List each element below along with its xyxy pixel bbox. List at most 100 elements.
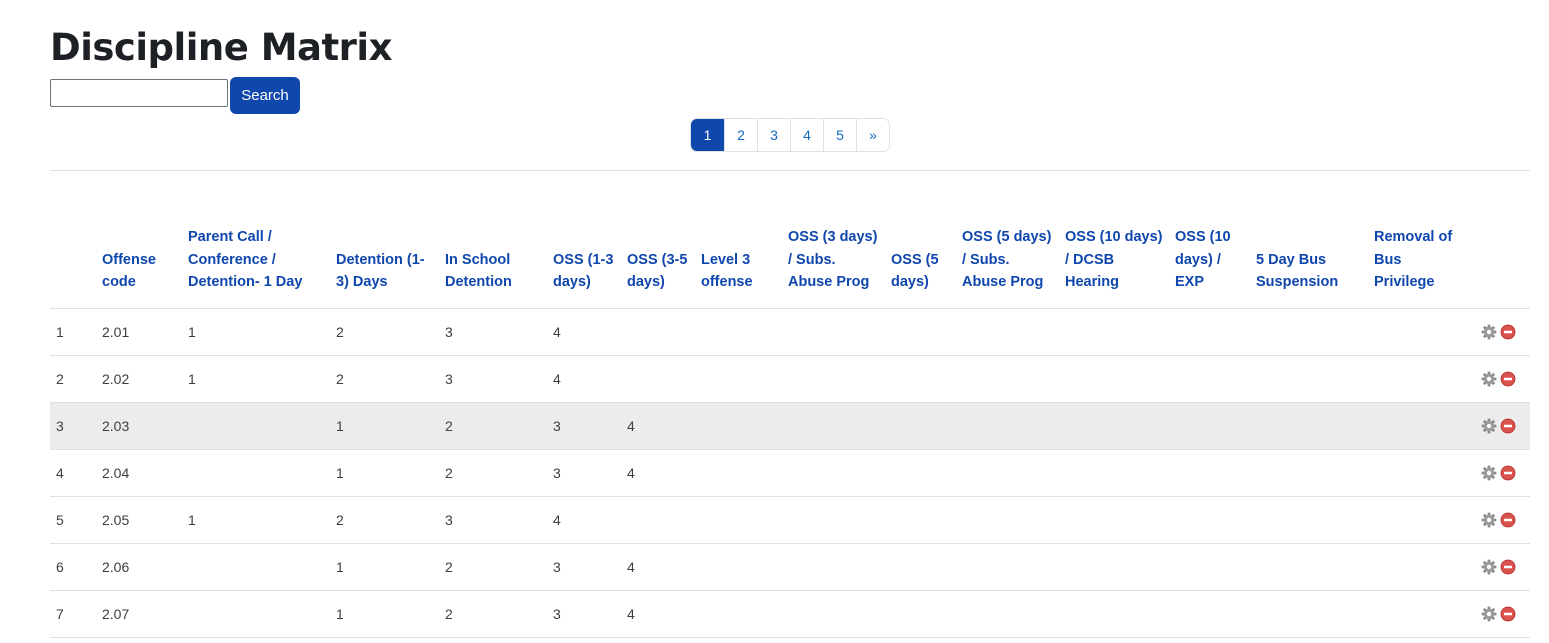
row-actions: [1467, 355, 1530, 403]
table-cell: [1169, 308, 1250, 356]
search-button[interactable]: Search: [230, 77, 300, 114]
page-link-4[interactable]: 4: [790, 119, 823, 151]
table-row: 1 2.01 1 2 3 4: [50, 308, 1530, 356]
page-link-3[interactable]: 3: [757, 119, 790, 151]
gear-icon[interactable]: [1481, 512, 1497, 528]
row-actions: [1467, 590, 1530, 638]
column-header[interactable]: Level 3 offense: [695, 171, 782, 308]
column-header[interactable]: OSS (10 days) / EXP: [1169, 171, 1250, 308]
table-cell: 4: [621, 402, 695, 450]
column-header[interactable]: OSS (3 days) / Subs. Abuse Prog: [782, 171, 885, 308]
table-cell: [1169, 543, 1250, 591]
table-cell: [885, 496, 956, 544]
gear-icon[interactable]: [1481, 465, 1497, 481]
column-header[interactable]: OSS (5 days): [885, 171, 956, 308]
remove-icon[interactable]: [1500, 324, 1516, 340]
table-cell: [1059, 355, 1169, 403]
table-cell: 2.05: [96, 496, 182, 544]
table-cell: [956, 543, 1059, 591]
table-cell: 3: [547, 543, 621, 591]
table-cell: 3: [547, 590, 621, 638]
table-cell: [782, 590, 885, 638]
table-cell: [1368, 402, 1467, 450]
table-cell: [1059, 543, 1169, 591]
table-cell: [956, 590, 1059, 638]
table-cell: [956, 355, 1059, 403]
table-cell: 2.04: [96, 449, 182, 497]
page-link-1[interactable]: 1: [691, 119, 724, 151]
table-cell: [1169, 402, 1250, 450]
remove-icon[interactable]: [1500, 465, 1516, 481]
table-cell: [1250, 543, 1368, 591]
table-body: 1 2.01 1 2 3 4 2 2.02 1 2 3 4 3 2.03 1 2 3 4 4 2.04 1 2 3 4 5 2.0…: [50, 308, 1530, 638]
table-cell: 2: [330, 496, 439, 544]
pagination: 1 2 3 4 5»: [690, 118, 890, 152]
table-header-row: Offense code Parent Call / Conference / D…: [50, 171, 1530, 308]
row-actions: [1467, 449, 1530, 497]
table-cell: 5: [50, 496, 96, 544]
column-header: [50, 171, 96, 308]
page-link-2[interactable]: 2: [724, 119, 757, 151]
remove-icon[interactable]: [1500, 559, 1516, 575]
remove-icon[interactable]: [1500, 512, 1516, 528]
table-cell: [695, 308, 782, 356]
table-cell: 1: [330, 402, 439, 450]
table-cell: [1250, 590, 1368, 638]
table-cell: [782, 308, 885, 356]
page-link-next[interactable]: »: [856, 119, 889, 151]
column-header[interactable]: Detention (1-3) Days: [330, 171, 439, 308]
page-link-5[interactable]: 5: [823, 119, 856, 151]
table-cell: [1169, 449, 1250, 497]
table-cell: [885, 402, 956, 450]
table-cell: [1368, 590, 1467, 638]
column-header[interactable]: OSS (10 days) / DCSB Hearing: [1059, 171, 1169, 308]
table-cell: [1250, 496, 1368, 544]
column-header[interactable]: Offense code: [96, 171, 182, 308]
table-cell: 3: [439, 308, 547, 356]
table-cell: [1250, 308, 1368, 356]
table-cell: 2: [330, 355, 439, 403]
gear-icon[interactable]: [1481, 559, 1497, 575]
gear-icon[interactable]: [1481, 324, 1497, 340]
table-cell: 3: [50, 402, 96, 450]
table-cell: [885, 355, 956, 403]
table-cell: [182, 449, 330, 497]
column-header[interactable]: OSS (5 days) / Subs. Abuse Prog: [956, 171, 1059, 308]
table-cell: [1368, 543, 1467, 591]
table-cell: [621, 308, 695, 356]
table-cell: 2: [330, 308, 439, 356]
table-row: 2 2.02 1 2 3 4: [50, 355, 1530, 403]
table-cell: [1169, 590, 1250, 638]
table-cell: 2.07: [96, 590, 182, 638]
table-cell: 4: [547, 308, 621, 356]
gear-icon[interactable]: [1481, 371, 1497, 387]
table-cell: [1059, 402, 1169, 450]
table-cell: 1: [50, 308, 96, 356]
column-header[interactable]: In School Detention: [439, 171, 547, 308]
table-cell: 2: [439, 590, 547, 638]
row-actions: [1467, 543, 1530, 591]
remove-icon[interactable]: [1500, 418, 1516, 434]
table-row: 3 2.03 1 2 3 4: [50, 402, 1530, 450]
table-cell: [695, 590, 782, 638]
gear-icon[interactable]: [1481, 606, 1497, 622]
table-cell: [695, 449, 782, 497]
column-header[interactable]: Removal of Bus Privilege: [1368, 171, 1467, 308]
column-header[interactable]: OSS (1-3 days): [547, 171, 621, 308]
table-cell: [1169, 496, 1250, 544]
table-cell: 2.06: [96, 543, 182, 591]
remove-icon[interactable]: [1500, 371, 1516, 387]
table-cell: [956, 449, 1059, 497]
column-header[interactable]: 5 Day Bus Suspension: [1250, 171, 1368, 308]
search-input[interactable]: [50, 79, 228, 107]
table-cell: [1169, 355, 1250, 403]
column-header[interactable]: OSS (3-5 days): [621, 171, 695, 308]
table-cell: [182, 402, 330, 450]
table-cell: [621, 496, 695, 544]
table-cell: 4: [50, 449, 96, 497]
table-row: 4 2.04 1 2 3 4: [50, 449, 1530, 497]
table-cell: [695, 402, 782, 450]
remove-icon[interactable]: [1500, 606, 1516, 622]
gear-icon[interactable]: [1481, 418, 1497, 434]
column-header[interactable]: Parent Call / Conference / Detention- 1 …: [182, 171, 330, 308]
